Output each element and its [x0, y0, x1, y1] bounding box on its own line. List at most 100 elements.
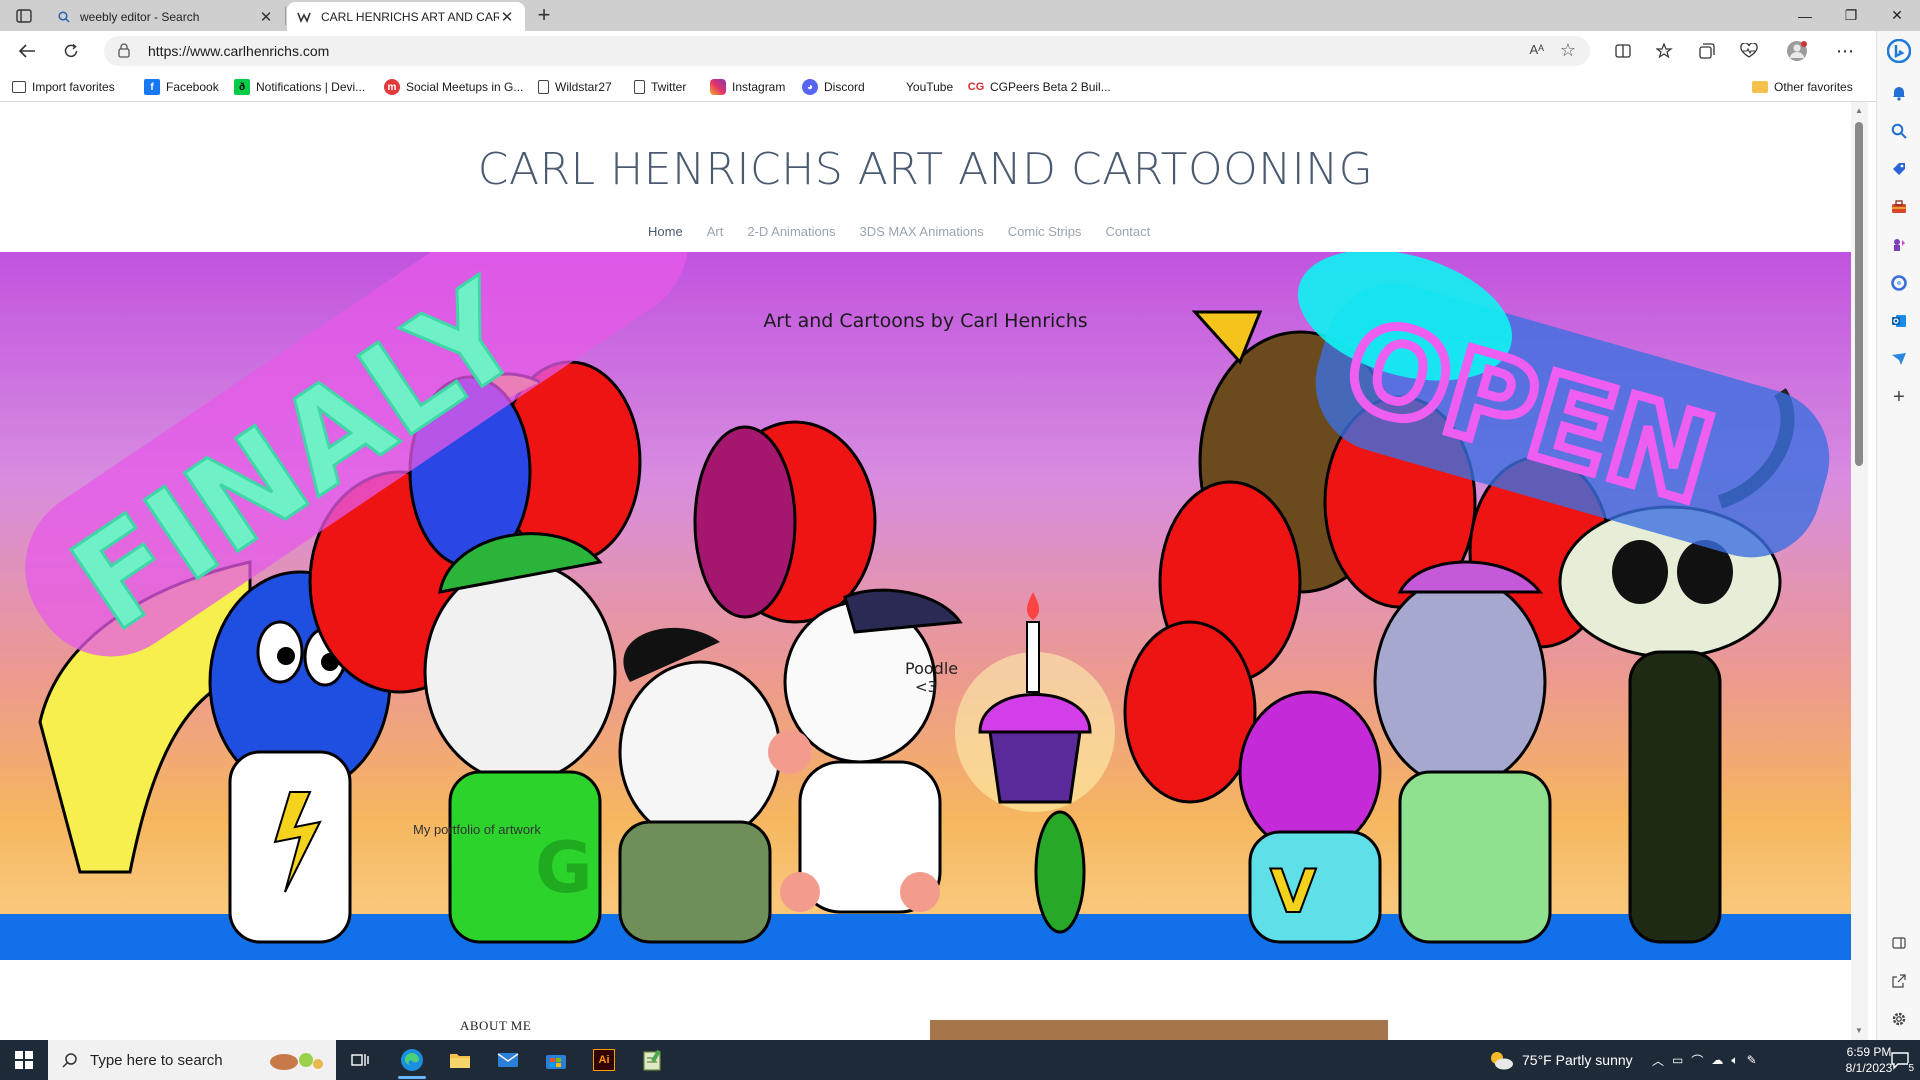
- collections-button[interactable]: [1692, 37, 1722, 65]
- import-icon: [12, 81, 26, 93]
- favorite-wildstar27[interactable]: Wildstar27: [538, 78, 612, 96]
- outlook-button[interactable]: [1885, 307, 1913, 335]
- shopping-button[interactable]: [1885, 155, 1913, 183]
- shirt-letter-g: G: [535, 827, 592, 909]
- nav-contact[interactable]: Contact: [1105, 224, 1150, 239]
- meet-now-icon[interactable]: ▭: [1672, 1053, 1683, 1067]
- back-button[interactable]: [12, 37, 42, 65]
- favorite-star-icon[interactable]: ☆: [1560, 40, 1576, 61]
- taskbar-illustrator[interactable]: Ai: [580, 1040, 628, 1080]
- add-sidebar-app-button[interactable]: +: [1885, 383, 1913, 411]
- settings-more-button[interactable]: ⋯: [1830, 37, 1860, 65]
- sidebar-panel-icon: [1892, 937, 1906, 949]
- favorite-instagram[interactable]: Instagram: [710, 78, 785, 96]
- notepad-icon: [643, 1049, 661, 1071]
- nav-comic-strips[interactable]: Comic Strips: [1008, 224, 1082, 239]
- nav-home[interactable]: Home: [648, 224, 683, 239]
- nav-2d-animations[interactable]: 2-D Animations: [747, 224, 835, 239]
- restore-button[interactable]: ❐: [1828, 0, 1874, 31]
- sidebar-settings-button[interactable]: [1885, 1005, 1913, 1033]
- toolbox-icon: [1892, 200, 1906, 213]
- favorite-twitter[interactable]: Twitter: [634, 78, 686, 96]
- favorite-discord[interactable]: ◕ Discord: [802, 78, 865, 96]
- tab-search[interactable]: weebly editor - Search ✕: [48, 2, 284, 31]
- taskbar-search-box[interactable]: Type here to search: [48, 1040, 336, 1080]
- profile-button[interactable]: [1782, 37, 1812, 65]
- windows-taskbar: Type here to search Ai 75°F Partly sunny…: [0, 1040, 1920, 1080]
- tab-actions-button[interactable]: [10, 5, 38, 27]
- taskbar-search-placeholder: Type here to search: [90, 1051, 223, 1069]
- favorites-bar: Import favorites f Facebook ð Notificati…: [0, 71, 1876, 102]
- chevron-up-icon[interactable]: ︿: [1652, 1052, 1664, 1069]
- onedrive-cloud-icon[interactable]: ☁: [1711, 1053, 1723, 1067]
- lock-icon[interactable]: [118, 43, 130, 58]
- taskbar-mail[interactable]: [484, 1040, 532, 1080]
- notification-count-badge: 5: [1908, 1063, 1914, 1074]
- scroll-down-arrow-icon[interactable]: ▼: [1854, 1026, 1864, 1036]
- nav-3ds-max-animations[interactable]: 3DS MAX Animations: [859, 224, 983, 239]
- favorite-deviantart[interactable]: ð Notifications | Devi...: [234, 78, 365, 96]
- taskbar-notepad[interactable]: [628, 1040, 676, 1080]
- scroll-up-arrow-icon[interactable]: ▲: [1854, 106, 1864, 116]
- tab-separator: [285, 7, 286, 25]
- taskbar-store[interactable]: [532, 1040, 580, 1080]
- sidebar-search-button[interactable]: [1885, 117, 1913, 145]
- favorite-import[interactable]: Import favorites: [12, 78, 115, 96]
- favorite-label: Discord: [824, 80, 865, 94]
- other-favorites-folder[interactable]: Other favorites: [1752, 78, 1853, 96]
- url-text[interactable]: https://www.carlhenrichs.com: [148, 43, 329, 59]
- speaker-icon[interactable]: 🔈︎: [1731, 1053, 1738, 1068]
- close-window-button[interactable]: ✕: [1874, 0, 1920, 31]
- split-screen-button[interactable]: [1608, 37, 1638, 65]
- meetup-icon: m: [384, 79, 400, 95]
- tab-strip: weebly editor - Search ✕ CARL HENRICHS A…: [0, 0, 1920, 31]
- read-aloud-button[interactable]: Aᴬ: [1529, 42, 1544, 57]
- favorite-meetup[interactable]: m Social Meetups in G...: [384, 78, 523, 96]
- tools-button[interactable]: [1885, 193, 1913, 221]
- deviantart-icon: ð: [234, 79, 250, 95]
- notification-center-button[interactable]: 5: [1880, 1040, 1920, 1080]
- favorite-label: Other favorites: [1774, 80, 1853, 94]
- favorite-label: Import favorites: [32, 80, 115, 94]
- favorite-cgpeers[interactable]: CG CGPeers Beta 2 Buil...: [968, 78, 1111, 96]
- favorite-facebook[interactable]: f Facebook: [144, 78, 219, 96]
- site-title[interactable]: CARL HENRICHS ART AND CARTOONING: [0, 144, 1851, 195]
- hero-subtitle: My portfolio of artwork: [413, 822, 541, 837]
- close-icon[interactable]: ✕: [258, 8, 274, 26]
- favorite-youtube[interactable]: YouTube: [884, 78, 953, 96]
- address-bar[interactable]: https://www.carlhenrichs.com Aᴬ ☆: [104, 36, 1590, 66]
- page-icon: [634, 80, 645, 94]
- microsoft-365-button[interactable]: [1885, 269, 1913, 297]
- favorites-star-list-icon: [1656, 43, 1673, 59]
- office-icon: [1891, 275, 1907, 291]
- minimize-button[interactable]: —: [1782, 0, 1828, 31]
- tab-carl-henrichs[interactable]: CARL HENRICHS ART AND CARTOONING ✕: [287, 2, 525, 31]
- edge-sidebar: +: [1876, 31, 1920, 1040]
- page-scrollbar[interactable]: ▲ ▼: [1851, 102, 1868, 1040]
- notifications-button[interactable]: [1885, 79, 1913, 107]
- cg-icon: CG: [967, 81, 985, 93]
- network-icon[interactable]: ⌒: [1691, 1052, 1703, 1069]
- games-button[interactable]: [1885, 231, 1913, 259]
- bing-copilot-button[interactable]: [1885, 37, 1913, 65]
- open-external-button[interactable]: [1885, 967, 1913, 995]
- refresh-button[interactable]: [56, 37, 86, 65]
- task-view-button[interactable]: [336, 1040, 384, 1080]
- taskbar-edge[interactable]: [388, 1040, 436, 1080]
- hide-sidebar-button[interactable]: [1885, 929, 1913, 957]
- taskbar-weather[interactable]: 75°F Partly sunny: [1488, 1040, 1633, 1080]
- favorites-button[interactable]: [1650, 37, 1680, 65]
- close-icon[interactable]: ✕: [499, 8, 515, 26]
- start-button[interactable]: [0, 1040, 48, 1080]
- collections-icon: [1699, 43, 1715, 59]
- hero-caption: Art and Cartoons by Carl Henrichs: [763, 310, 1088, 332]
- about-me-heading: ABOUT ME: [460, 1018, 532, 1033]
- pen-icon[interactable]: ✎: [1747, 1053, 1757, 1067]
- scroll-thumb[interactable]: [1855, 122, 1863, 466]
- extensions-button[interactable]: [1734, 37, 1764, 65]
- nav-art[interactable]: Art: [707, 224, 724, 239]
- drop-button[interactable]: [1885, 345, 1913, 373]
- new-tab-button[interactable]: +: [532, 4, 556, 28]
- weather-text: 75°F Partly sunny: [1522, 1052, 1633, 1068]
- taskbar-file-explorer[interactable]: [436, 1040, 484, 1080]
